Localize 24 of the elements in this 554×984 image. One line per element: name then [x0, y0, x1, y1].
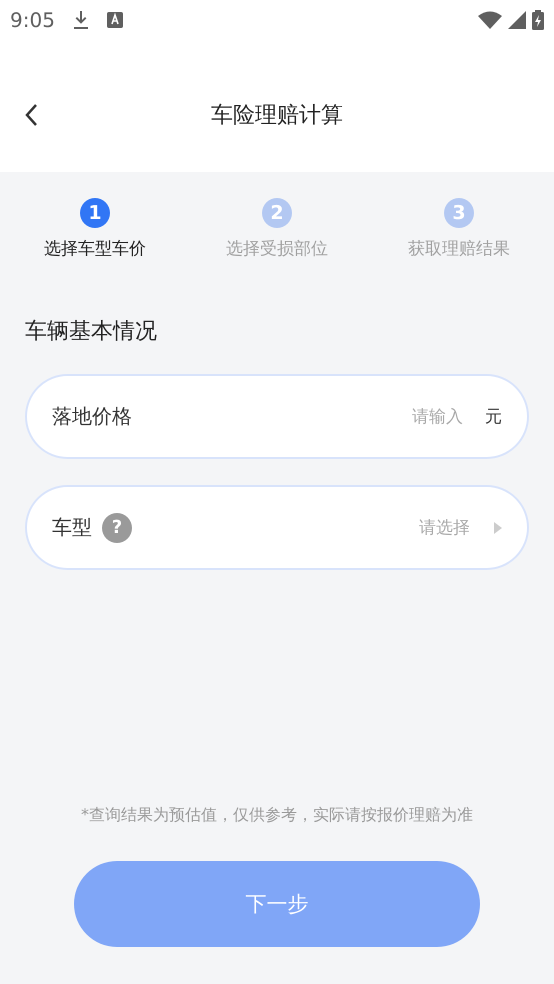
field-label: 车型	[52, 514, 92, 541]
section-title: 车辆基本情况	[24, 318, 158, 346]
download-icon	[72, 10, 89, 30]
battery-icon	[532, 10, 544, 30]
unit-label: 元	[485, 406, 502, 428]
model-select[interactable]: 车型 ? 请选择	[25, 485, 529, 570]
step-number: 3	[444, 198, 474, 228]
select-placeholder: 请选择	[419, 517, 470, 539]
step-label: 获取理赔结果	[408, 238, 510, 260]
field-label: 落地价格	[52, 403, 132, 430]
step-label: 选择车型车价	[44, 238, 146, 260]
step-number: 2	[262, 198, 292, 228]
status-time: 9:05	[10, 8, 55, 32]
keyboard-icon	[106, 12, 123, 28]
signal-icon	[508, 11, 526, 29]
caret-icon	[494, 522, 502, 534]
step-label: 选择受损部位	[226, 238, 328, 260]
help-icon[interactable]: ?	[102, 512, 132, 542]
page-title: 车险理赔计算	[211, 102, 343, 130]
disclaimer-text: *查询结果为预估值，仅供参考，实际请按报价理赔为准	[80, 805, 474, 826]
step-number: 1	[80, 198, 110, 228]
back-icon[interactable]	[24, 103, 38, 127]
price-input[interactable]: 请输入	[345, 406, 465, 428]
wifi-icon	[478, 11, 502, 29]
